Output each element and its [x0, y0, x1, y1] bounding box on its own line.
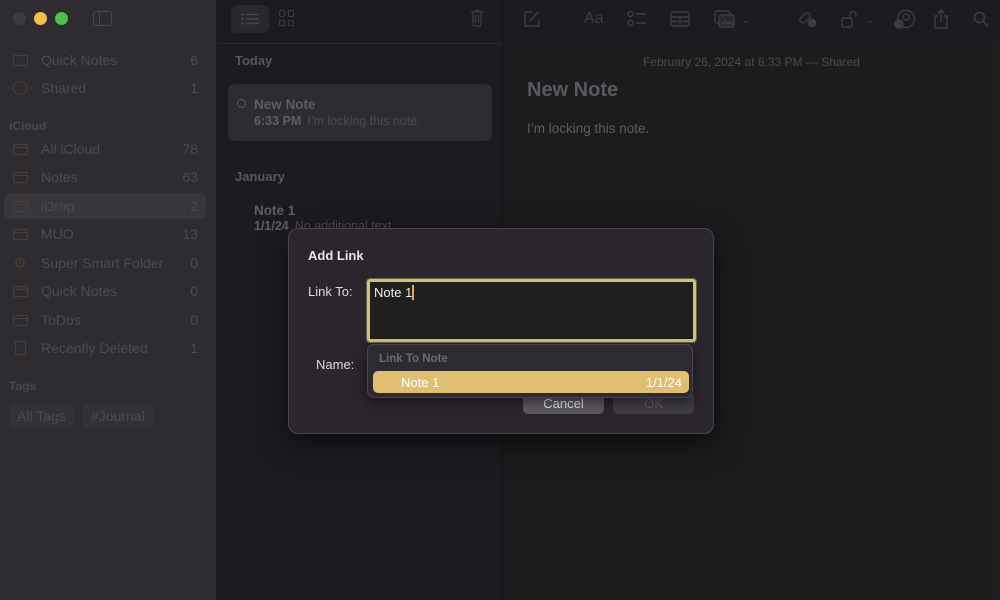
add-link-icon[interactable] [797, 9, 817, 29]
sidebar-item-idrop[interactable]: iDrop 2 [4, 193, 206, 219]
delete-note-trash-icon[interactable] [470, 9, 484, 27]
gear-icon: ⚙ [13, 255, 27, 272]
sidebar-item-label: Super Smart Folder [41, 255, 164, 271]
list-icon [241, 13, 259, 25]
quick-notes-icon [12, 53, 28, 67]
sidebar-item-count: 0 [190, 255, 198, 271]
compose-icon[interactable] [523, 9, 541, 29]
gallery-view-button[interactable] [279, 10, 295, 26]
table-icon[interactable] [670, 9, 690, 29]
sidebar-item-recently-deleted[interactable]: Recently Deleted 1 [4, 335, 206, 361]
suggestion-item-note-1[interactable]: Note 1 1/1/24 [373, 371, 689, 393]
editor-scrollbar-track[interactable] [992, 40, 1000, 600]
sidebar-item-shared[interactable]: Shared 1 [4, 75, 206, 101]
sidebar-item-count: 78 [182, 141, 198, 157]
notes-list-toolbar [217, 0, 502, 44]
sidebar-item-super-smart-folder[interactable]: ⚙ Super Smart Folder 0 [4, 250, 206, 276]
lock-icon[interactable] [841, 9, 859, 29]
window-controls [13, 12, 68, 25]
sidebar-item-quick-notes[interactable]: Quick Notes 6 [4, 47, 206, 73]
minimize-window-button[interactable] [34, 12, 47, 25]
note-title: Note 1 [254, 203, 296, 218]
suggestion-title: Note 1 [401, 374, 440, 390]
group-heading-january: January [235, 169, 285, 184]
tag-all-tags[interactable]: All Tags [9, 403, 74, 429]
sidebar-item-label: iDrop [41, 198, 75, 214]
lock-chevron-down-icon[interactable]: ⌄ [865, 9, 874, 29]
group-heading-today: Today [235, 53, 273, 68]
sidebar-item-count: 13 [182, 226, 198, 242]
sidebar-item-notes[interactable]: Notes 63 [4, 164, 206, 190]
note-preview: I’m locking this note. [307, 114, 421, 128]
sidebar-item-label: Shared [41, 80, 87, 96]
sidebar-item-label: Notes [41, 169, 78, 185]
collaborate-icon[interactable] [894, 9, 916, 29]
link-to-label: Link To: [308, 284, 353, 299]
add-link-dialog: Add Link Link To: Note 1 Name: Cancel OK [288, 228, 714, 434]
folder-icon [12, 142, 28, 156]
close-window-button[interactable] [13, 12, 26, 25]
section-heading-tags: Tags [9, 379, 37, 393]
sidebar-item-label: Recently Deleted [41, 340, 148, 356]
shared-person-icon [237, 99, 246, 108]
dialog-title: Add Link [308, 248, 364, 263]
note-title-heading[interactable]: New Note [527, 79, 618, 102]
text-caret [412, 285, 415, 300]
folder-icon [12, 170, 28, 184]
note-list-item-new-note[interactable]: New Note 6:33 PM I’m locking this note. [228, 84, 492, 141]
note-time: 6:33 PM [254, 114, 302, 128]
sidebar: Quick Notes 6 Shared 1 iCloud All iCloud… [0, 0, 216, 600]
folder-icon [12, 227, 28, 241]
note-subline: 6:33 PM I’m locking this note. [254, 114, 421, 128]
sidebar-item-quick-notes-folder[interactable]: Quick Notes 0 [4, 278, 206, 304]
sidebar-toggle-icon[interactable] [93, 11, 112, 26]
folder-icon [12, 313, 28, 327]
sidebar-item-count: 2 [190, 198, 198, 214]
sidebar-item-count: 0 [190, 312, 198, 328]
shared-person-icon [12, 81, 28, 95]
search-icon[interactable] [973, 9, 989, 29]
sidebar-item-label: MUO [41, 226, 74, 242]
link-suggestions-popover: Link To Note Note 1 1/1/24 [367, 344, 693, 398]
sidebar-item-muo[interactable]: MUO 13 [4, 221, 206, 247]
sidebar-item-all-icloud[interactable]: All iCloud 78 [4, 136, 206, 162]
editor-toolbar: Aa ⌄ ⌄ [503, 0, 1000, 40]
checklist-icon[interactable] [627, 9, 647, 29]
trash-icon [12, 341, 28, 355]
sidebar-item-label: ToDos [41, 312, 81, 328]
note-body-text[interactable]: I’m locking this note. [527, 121, 649, 136]
note-time: 1/1/24 [254, 219, 289, 233]
link-to-value: Note 1 [374, 285, 413, 300]
sidebar-item-count: 0 [190, 283, 198, 299]
sidebar-item-label: All iCloud [41, 141, 101, 157]
folder-icon [12, 284, 28, 298]
media-chevron-down-icon[interactable]: ⌄ [741, 9, 750, 29]
zoom-window-button[interactable] [55, 12, 68, 25]
note-title: New Note [254, 97, 316, 112]
sidebar-item-count: 63 [182, 169, 198, 185]
sidebar-item-todos[interactable]: ToDos 0 [4, 307, 206, 333]
section-heading-icloud: iCloud [9, 119, 47, 133]
link-to-input[interactable]: Note 1 [366, 278, 697, 343]
sidebar-item-count: 1 [190, 80, 198, 96]
sidebar-item-label: Quick Notes [41, 52, 118, 68]
sidebar-item-count: 6 [190, 52, 198, 68]
share-icon[interactable] [933, 9, 949, 29]
name-label: Name: [316, 357, 355, 372]
sidebar-item-label: Quick Notes [41, 283, 118, 299]
suggestions-heading: Link To Note [379, 353, 448, 365]
media-icon[interactable] [714, 9, 736, 29]
note-date-meta: February 26, 2024 at 6:33 PM — Shared [643, 55, 860, 69]
format-icon[interactable]: Aa [584, 9, 604, 29]
suggestion-date: 1/1/24 [645, 374, 682, 390]
tag-journal[interactable]: #Journal [83, 403, 153, 429]
notes-app-window: Quick Notes 6 Shared 1 iCloud All iCloud… [0, 0, 1000, 600]
sidebar-item-count: 1 [190, 340, 198, 356]
folder-icon [12, 199, 28, 213]
list-view-button[interactable] [231, 5, 269, 33]
